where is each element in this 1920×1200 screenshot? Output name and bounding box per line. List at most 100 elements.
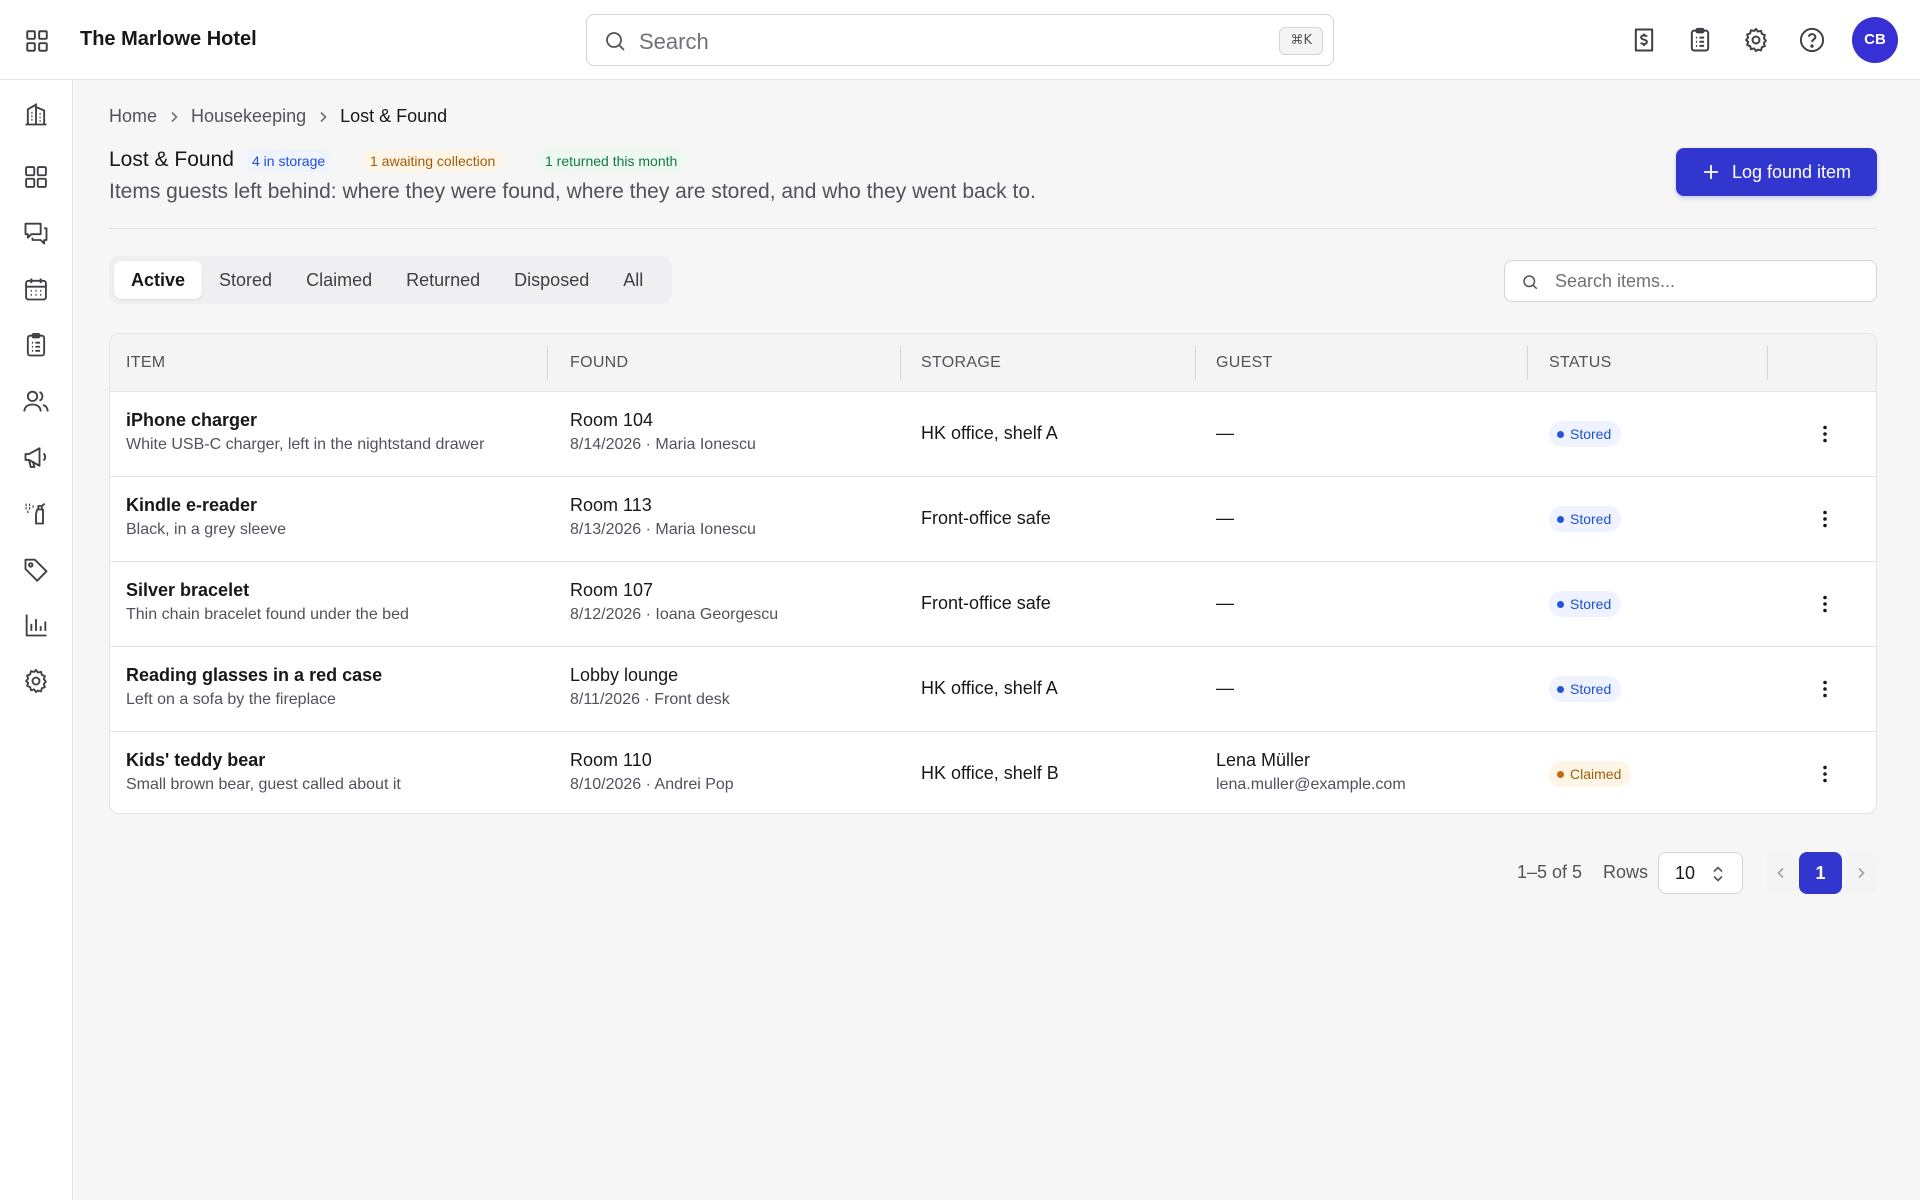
status-dot <box>1557 770 1564 778</box>
housekeeping-icon[interactable] <box>22 499 50 527</box>
returned-count-badge: 1 returned this month <box>537 150 686 172</box>
status-dot <box>1557 515 1564 523</box>
table-row[interactable]: Kindle e-reader Black, in a grey sleeve … <box>110 477 1876 562</box>
more-vertical-icon[interactable] <box>1813 592 1837 616</box>
building-icon[interactable] <box>22 100 50 128</box>
help-icon[interactable] <box>1798 26 1826 54</box>
storage-location: Front-office safe <box>921 508 1051 528</box>
guest-name: Lena Müller <box>1216 750 1311 770</box>
column-header-storage[interactable]: STORAGE <box>921 334 1001 392</box>
rows-per-page-select[interactable]: 10 <box>1658 852 1743 894</box>
more-vertical-icon[interactable] <box>1813 677 1837 701</box>
reports-icon[interactable] <box>22 611 50 639</box>
item-cell: Silver bracelet Thin chain bracelet foun… <box>126 580 409 624</box>
awaiting-collection-badge: 1 awaiting collection <box>362 150 504 172</box>
status-label: Claimed <box>1570 766 1622 782</box>
item-name[interactable]: Kindle e-reader <box>126 495 286 516</box>
settings-icon[interactable] <box>22 667 50 695</box>
tab-active[interactable]: Active <box>114 261 203 299</box>
status-tabs: Active Stored Claimed Returned Disposed … <box>109 256 672 304</box>
found-date-staff: 8/10/2026 · Andrei Pop <box>570 776 734 793</box>
column-header-item[interactable]: ITEM <box>126 334 165 392</box>
items-search-input[interactable] <box>1555 269 1865 293</box>
status-badge: Stored <box>1549 676 1622 702</box>
item-description: Left on a sofa by the fireplace <box>126 691 336 708</box>
breadcrumb-home[interactable]: Home <box>109 106 157 127</box>
billing-icon[interactable] <box>1630 26 1658 54</box>
tab-all[interactable]: All <box>606 261 660 299</box>
chevron-right-icon <box>166 109 182 125</box>
item-name[interactable]: iPhone charger <box>126 410 484 431</box>
item-name[interactable]: Kids' teddy bear <box>126 750 401 771</box>
side-rail <box>0 80 73 1200</box>
page-subtitle: Items guests left behind: where they wer… <box>109 180 1036 203</box>
gear-icon[interactable] <box>1742 26 1770 54</box>
column-header-found[interactable]: FOUND <box>570 334 628 392</box>
global-search[interactable]: Search ⌘K <box>586 14 1334 66</box>
next-page-button[interactable] <box>1845 852 1877 894</box>
table-row[interactable]: Silver bracelet Thin chain bracelet foun… <box>110 562 1876 647</box>
table-row[interactable]: Reading glasses in a red case Left on a … <box>110 647 1876 732</box>
column-divider <box>1195 346 1196 380</box>
more-vertical-icon[interactable] <box>1813 762 1837 786</box>
item-name[interactable]: Silver bracelet <box>126 580 409 601</box>
more-vertical-icon[interactable] <box>1813 422 1837 446</box>
status-dot <box>1557 685 1564 693</box>
found-date-staff: 8/14/2026 · Maria Ionescu <box>570 436 756 453</box>
clipboard-icon[interactable] <box>22 331 50 359</box>
more-vertical-icon[interactable] <box>1813 507 1837 531</box>
messages-icon[interactable] <box>22 219 50 247</box>
column-divider <box>547 346 548 380</box>
guest-email: lena.muller@example.com <box>1216 776 1406 793</box>
table-row[interactable]: Kids' teddy bear Small brown bear, guest… <box>110 732 1876 813</box>
megaphone-icon[interactable] <box>22 443 50 471</box>
table-row[interactable]: iPhone charger White USB-C charger, left… <box>110 392 1876 477</box>
dashboard-icon[interactable] <box>22 163 50 191</box>
page-title: Lost & Found <box>109 148 234 171</box>
items-search <box>1504 260 1877 302</box>
item-name[interactable]: Reading glasses in a red case <box>126 665 382 686</box>
found-cell: Lobby lounge 8/11/2026 · Front desk <box>570 665 730 709</box>
storage-location: HK office, shelf A <box>921 423 1058 443</box>
status-dot <box>1557 430 1564 438</box>
found-cell: Room 110 8/10/2026 · Andrei Pop <box>570 750 734 794</box>
status-badge: Stored <box>1549 506 1622 532</box>
found-location: Lobby lounge <box>570 665 679 685</box>
breadcrumb-housekeeping[interactable]: Housekeeping <box>191 106 306 127</box>
calendar-icon[interactable] <box>22 275 50 303</box>
column-header-guest[interactable]: GUEST <box>1216 334 1273 392</box>
rows-per-page-value: 10 <box>1675 863 1696 883</box>
found-cell: Room 107 8/12/2026 · Ioana Georgescu <box>570 580 778 624</box>
log-found-item-button[interactable]: Log found item <box>1676 148 1877 196</box>
storage-location: HK office, shelf A <box>921 678 1058 698</box>
guest-name: — <box>1216 423 1234 443</box>
found-location: Room 113 <box>570 495 652 515</box>
app-title: The Marlowe Hotel <box>80 28 257 50</box>
chevron-up-down-icon <box>1709 864 1727 884</box>
status-label: Stored <box>1570 511 1612 527</box>
found-location: Room 104 <box>570 410 654 430</box>
apps-grid-icon[interactable] <box>24 28 50 54</box>
item-cell: Kids' teddy bear Small brown bear, guest… <box>126 750 401 794</box>
previous-page-button[interactable] <box>1765 852 1797 894</box>
clipboard-icon[interactable] <box>1686 26 1714 54</box>
page-1-button[interactable]: 1 <box>1799 852 1842 894</box>
status-badge: Claimed <box>1549 761 1632 787</box>
log-found-item-label: Log found item <box>1731 161 1852 182</box>
found-date-staff: 8/12/2026 · Ioana Georgescu <box>570 606 779 623</box>
tab-stored[interactable]: Stored <box>202 261 289 299</box>
storage-location: HK office, shelf B <box>921 763 1059 783</box>
item-description: Small brown bear, guest called about it <box>126 776 401 793</box>
breadcrumb-current: Lost & Found <box>340 106 448 126</box>
tag-icon[interactable] <box>22 555 50 583</box>
tab-disposed[interactable]: Disposed <box>497 261 606 299</box>
tab-returned[interactable]: Returned <box>389 261 497 299</box>
column-header-status[interactable]: STATUS <box>1549 334 1612 392</box>
search-placeholder: Search <box>639 29 709 54</box>
search-shortcut: ⌘K <box>1279 27 1323 55</box>
tab-claimed[interactable]: Claimed <box>289 261 389 299</box>
breadcrumb: Home Housekeeping Lost & Found <box>109 106 447 127</box>
item-description: Black, in a grey sleeve <box>126 521 287 538</box>
guests-icon[interactable] <box>22 387 50 415</box>
user-avatar[interactable]: CB <box>1852 17 1898 63</box>
